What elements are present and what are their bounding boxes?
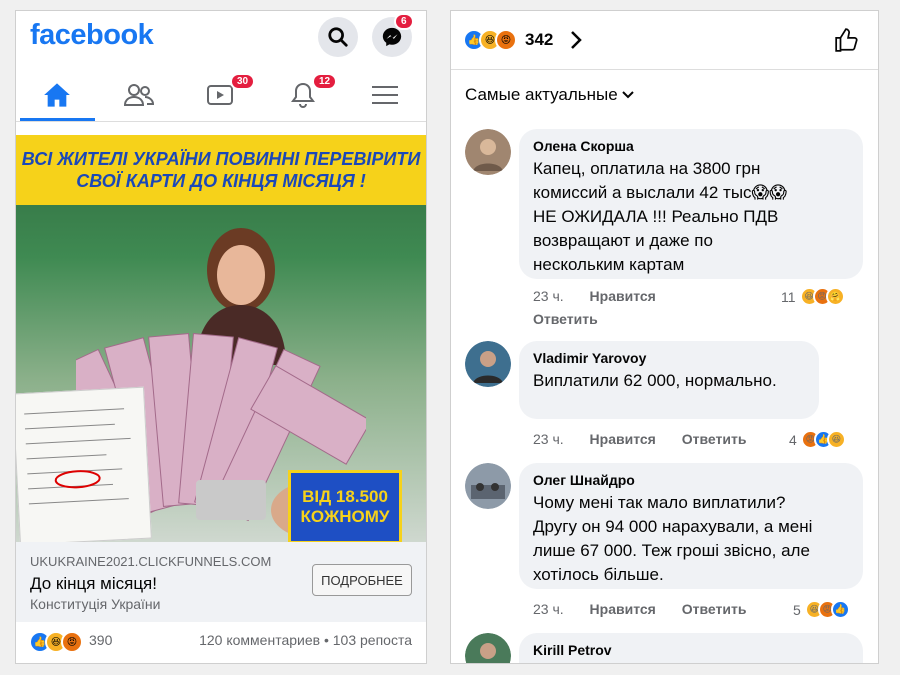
- comment-author[interactable]: Kirill Petrov: [533, 641, 849, 659]
- avatar[interactable]: [465, 341, 511, 387]
- comment-time: 23 ч.: [533, 431, 564, 447]
- friends-icon: [124, 84, 154, 106]
- like-comment-button[interactable]: Нравится: [590, 601, 656, 617]
- comment-reaction-count: 5: [793, 601, 801, 618]
- comment-reactions[interactable]: 4 😡 👍 😆: [789, 430, 846, 449]
- comment-line: лише 67 000. Теж гроші звісно, але: [533, 541, 810, 560]
- avatar[interactable]: [465, 463, 511, 509]
- stats-separator: •: [323, 632, 329, 648]
- comment-actions: 23 ч. Нравится Ответить: [533, 601, 768, 617]
- angry-reaction-icon: 😡: [61, 631, 83, 653]
- ad-subtitle: Конституція України: [30, 596, 161, 612]
- watch-badge: 30: [230, 73, 256, 90]
- reaction-icons: 👍 😆 😡: [29, 631, 83, 653]
- avatar[interactable]: [465, 129, 511, 175]
- comment-line: нескольким картам: [533, 255, 685, 274]
- comment-author[interactable]: Олег Шнайдро: [533, 471, 849, 489]
- ad-banner-line2: СВОЇ КАРТИ ДО КІНЦЯ МІСЯЦЯ !: [76, 171, 366, 191]
- comment-actions: 23 ч. Нравится: [533, 288, 678, 304]
- sort-label: Самые актуальные: [465, 85, 618, 104]
- comment-author[interactable]: Олена Скорша: [533, 137, 849, 155]
- search-icon: [328, 27, 348, 47]
- comment-reaction-count: 4: [789, 431, 797, 448]
- comment-actions-row2: Ответить: [533, 311, 620, 327]
- nav-divider: [16, 121, 426, 122]
- comment-reaction-count: 11: [781, 288, 796, 305]
- reaction-icons[interactable]: 👍 😆 😡: [463, 29, 517, 51]
- ad-promo-badge: ВІД 18.500 КОЖНОМУ: [288, 470, 402, 542]
- chevron-right-icon[interactable]: [569, 29, 583, 51]
- ad-domain: UKUKRAINE2021.CLICKFUNNELS.COM: [30, 554, 272, 569]
- bank-receipt-image: [16, 386, 152, 542]
- avatar[interactable]: [465, 633, 511, 664]
- comment-bubble[interactable]: Олег Шнайдро Чому мені так мало виплатил…: [519, 463, 863, 589]
- ad-title: До кінця місяця!: [30, 574, 157, 593]
- comments-count[interactable]: 120 комментариев: [199, 632, 320, 648]
- ad-image[interactable]: ВСІ ЖИТЕЛІ УКРАЇНИ ПОВИННІ ПЕРЕВІРИТИ СВ…: [16, 135, 426, 542]
- comment-line: Другу он 94 000 нарахували, а мені: [533, 517, 813, 536]
- comment-author[interactable]: Vladimir Yarovoy: [533, 349, 805, 367]
- facebook-feed-screen: facebook 6 30 12 ВСІ ЖИТЕЛІ УКРАЇНИ ПОВИ…: [15, 10, 427, 664]
- search-button[interactable]: [318, 17, 358, 57]
- care-reaction-icon: 🤗: [825, 287, 845, 306]
- comment-text: Капец, оплатила на 3800 грн комиссий а в…: [533, 157, 849, 277]
- tab-notifications[interactable]: 12: [262, 69, 344, 121]
- bell-icon: [291, 82, 315, 108]
- comment-time: 23 ч.: [533, 288, 564, 304]
- post-stats: 120 комментариев • 103 репоста: [199, 632, 412, 648]
- comment-line: Капец, оплатила на 3800 грн: [533, 159, 761, 178]
- notifications-badge: 12: [312, 73, 338, 90]
- sort-dropdown[interactable]: Самые актуальные: [465, 85, 635, 105]
- comment-line: Чому мені так мало виплатили?: [533, 493, 786, 512]
- comment-bubble[interactable]: Kirill Petrov: [519, 633, 863, 663]
- like-reaction-icon: 👍: [830, 600, 850, 619]
- comment-reactions[interactable]: 11 😆 😡 🤗: [781, 287, 845, 306]
- comment-line: хотілось більше.: [533, 565, 664, 584]
- reply-button[interactable]: Ответить: [682, 601, 747, 617]
- angry-reaction-icon: 😡: [495, 29, 517, 51]
- ad-banner: ВСІ ЖИТЕЛІ УКРАЇНИ ПОВИННІ ПЕРЕВІРИТИ СВ…: [16, 135, 426, 205]
- like-comment-button[interactable]: Нравится: [590, 288, 656, 304]
- ad-banner-line1: ВСІ ЖИТЕЛІ УКРАЇНИ ПОВИННІ ПЕРЕВІРИТИ: [21, 149, 421, 169]
- comment-time: 23 ч.: [533, 601, 564, 617]
- shares-count[interactable]: 103 репоста: [333, 632, 412, 648]
- ad-link-preview[interactable]: UKUKRAINE2021.CLICKFUNNELS.COM До кінця …: [16, 542, 426, 622]
- comment-line: комиссий а выслали 42 тыс😱😱: [533, 183, 788, 202]
- like-outline-icon[interactable]: [834, 27, 860, 53]
- comment-line: НЕ ОЖИДАЛА !!! Реально ПДВ: [533, 207, 779, 226]
- comments-header: 👍 😆 😡 342: [451, 11, 878, 70]
- tab-menu[interactable]: [344, 69, 426, 121]
- comment-line: Виплатили 62 000, нормально.: [533, 371, 777, 390]
- comment-bubble[interactable]: Олена Скорша Капец, оплатила на 3800 грн…: [519, 129, 863, 279]
- comment-line: возвращают и даже по: [533, 231, 713, 250]
- facebook-logo[interactable]: facebook: [30, 19, 154, 52]
- post-reactions-bar[interactable]: 👍 😆 😡 390 120 комментариев • 103 репоста: [16, 625, 426, 659]
- comment-reactions[interactable]: 5 😆 😡 👍: [793, 600, 850, 619]
- tab-watch[interactable]: 30: [180, 69, 262, 121]
- comment-text: Виплатили 62 000, нормально.: [533, 369, 805, 393]
- like-comment-button[interactable]: Нравится: [590, 431, 656, 447]
- ad-promo-line2: КОЖНОМУ: [300, 507, 390, 526]
- hamburger-menu-icon: [372, 86, 398, 104]
- messenger-badge: 6: [394, 13, 414, 30]
- tab-home[interactable]: [16, 69, 98, 121]
- reactions-count[interactable]: 342: [525, 30, 553, 50]
- learn-more-button[interactable]: ПОДРОБНЕЕ: [312, 564, 412, 596]
- reply-button[interactable]: Ответить: [682, 431, 747, 447]
- reactions-count[interactable]: 390: [89, 632, 112, 648]
- comment-actions: 23 ч. Нравится Ответить: [533, 431, 768, 447]
- reply-button[interactable]: Ответить: [533, 311, 598, 327]
- comment-text: Чому мені так мало виплатили? Другу он 9…: [533, 491, 849, 587]
- tab-friends[interactable]: [98, 69, 180, 121]
- comment-bubble[interactable]: Vladimir Yarovoy Виплатили 62 000, норма…: [519, 341, 819, 419]
- top-nav-bar: 30 12: [16, 69, 426, 121]
- comments-screen: 👍 😆 😡 342 Самые актуальные Олена Скорша …: [450, 10, 879, 664]
- home-icon: [44, 83, 70, 107]
- messenger-button[interactable]: 6: [372, 13, 414, 57]
- haha-reaction-icon: 😆: [826, 430, 846, 449]
- ad-promo-line1: ВІД 18.500: [302, 487, 388, 506]
- chevron-down-icon: [622, 91, 635, 99]
